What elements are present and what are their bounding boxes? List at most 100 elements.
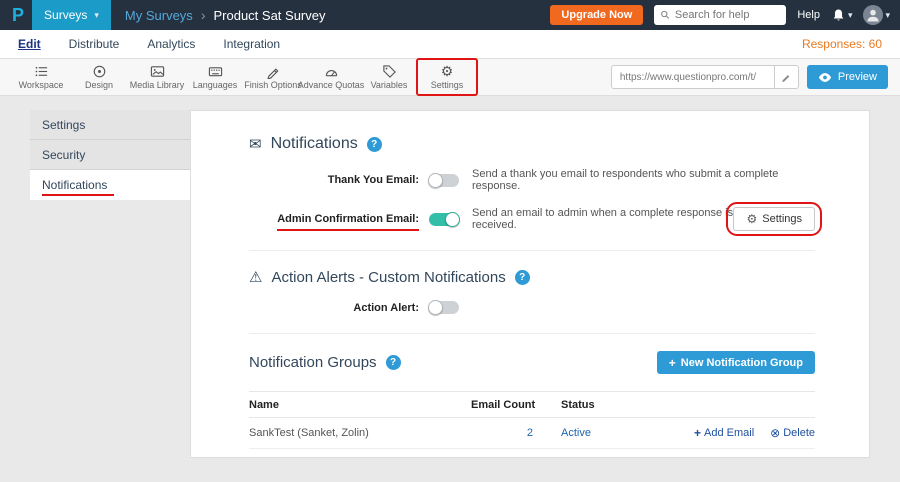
search-icon [660,9,671,21]
workspace-icon [34,64,49,79]
toolbar-right: https://www.questionpro.com/t/ Preview [611,65,888,89]
surveys-menu-button[interactable]: Surveys ▾ [32,0,111,30]
account-menu[interactable]: ▾ [863,5,890,25]
breadcrumb: My Surveys › Product Sat Survey [125,7,326,23]
preview-label: Preview [838,71,877,83]
action-alert-toggle[interactable] [429,301,459,314]
sidebar-item-notifications[interactable]: Notifications [30,170,190,200]
group-actions: + Add Email ⊗ Delete [665,426,815,440]
group-name: SankTest (Sanket, Zolin) [249,427,471,439]
toolbar-label: Design [85,80,113,90]
section-divider [249,333,815,334]
plus-icon: + [694,426,701,440]
bell-icon [831,8,846,23]
section-title-text: Notifications [271,135,358,153]
pencil-icon [781,72,792,83]
new-notification-group-button[interactable]: + New Notification Group [657,351,815,374]
questionpro-logo: P [8,5,32,26]
action-alert-row: Action Alert: [249,301,815,314]
section-divider [249,250,815,251]
settings-button-label: Settings [762,213,802,225]
help-search-box[interactable] [654,5,786,25]
help-icon[interactable]: ? [515,270,530,285]
design-icon [92,64,107,79]
toolbar-label: Finish Options [244,80,302,90]
survey-url-box: https://www.questionpro.com/t/ [611,65,799,89]
notification-groups-title: Notification Groups ? [249,354,401,371]
warning-icon: ⚠ [249,268,262,286]
envelope-icon: ✉ [249,135,262,153]
main-nav: Edit Distribute Analytics Integration Re… [0,30,900,59]
thank-you-email-label: Thank You Email: [249,174,419,186]
languages-icon [208,64,223,79]
upgrade-now-button[interactable]: Upgrade Now [550,5,643,25]
group-email-count-link[interactable]: 2 [471,427,561,439]
sidebar-item-label: Notifications [42,178,107,192]
add-email-label: Add Email [704,427,754,439]
help-link[interactable]: Help [797,9,820,21]
toolbar-label: Languages [193,80,238,90]
breadcrumb-separator: › [201,7,206,23]
delete-link[interactable]: ⊗ Delete [770,426,815,440]
avatar [863,5,883,25]
new-group-label: New Notification Group [681,357,803,369]
notifications-section-title: ✉ Notifications ? [249,135,815,153]
admin-confirmation-email-label: Admin Confirmation Email: [249,213,419,225]
delete-circle-icon: ⊗ [770,426,780,440]
edit-toolbar: Workspace Design Media Library Languages… [0,59,900,96]
gear-icon: ⚙ [746,212,757,227]
advance-quotas-icon [324,64,339,79]
topbar-right: Upgrade Now Help ▾ ▾ [550,5,890,25]
sidebar-item-label: Settings [42,118,85,132]
user-icon [865,7,881,23]
notifications-panel: ✉ Notifications ? Thank You Email: Send … [190,110,870,458]
group-status[interactable]: Active [561,427,665,439]
tab-analytics[interactable]: Analytics [147,37,195,51]
breadcrumb-my-surveys[interactable]: My Surveys [125,8,193,23]
questionpro-app: P Surveys ▾ My Surveys › Product Sat Sur… [0,0,900,482]
media-library-icon [150,64,165,79]
toolbar-item-languages[interactable]: Languages [186,64,244,90]
table-row: SankTest (Sanket, Zolin) 2 Active + Add … [249,418,815,449]
help-icon[interactable]: ? [386,355,401,370]
search-input[interactable] [675,9,780,21]
toolbar-item-finish-options[interactable]: Finish Options [244,64,302,90]
survey-url[interactable]: https://www.questionpro.com/t/ [612,72,774,83]
chevron-down-icon: ▾ [94,10,99,21]
breadcrumb-current-survey: Product Sat Survey [213,8,325,23]
annotation-underline-notifications [42,194,114,196]
toolbar-item-advance-quotas[interactable]: Advance Quotas [302,64,360,90]
sidebar-item-security[interactable]: Security [30,140,190,170]
help-icon[interactable]: ? [367,137,382,152]
admin-confirmation-email-description: Send an email to admin when a complete r… [472,207,733,231]
toolbar-item-design[interactable]: Design [70,64,128,90]
toolbar-item-variables[interactable]: Variables [360,64,418,90]
notifications-bell-menu[interactable]: ▾ [831,8,853,23]
toolbar-item-settings[interactable]: ⚙ Settings [418,64,476,90]
sidebar-item-label: Security [42,148,85,162]
responses-count[interactable]: Responses: 60 [802,37,882,51]
col-header-name: Name [249,399,471,411]
edit-url-button[interactable] [774,66,798,88]
thank-you-email-row: Thank You Email: Send a thank you email … [249,168,815,192]
toolbar-item-workspace[interactable]: Workspace [12,64,70,90]
admin-email-settings-button[interactable]: ⚙ Settings [733,207,815,231]
action-alerts-section-title: ⚠ Action Alerts - Custom Notifications ? [249,268,815,286]
toggle-knob [445,212,460,227]
tab-edit[interactable]: Edit [18,37,41,51]
toolbar-item-media-library[interactable]: Media Library [128,64,186,90]
admin-confirmation-email-toggle[interactable] [429,213,459,226]
add-email-link[interactable]: + Add Email [694,426,754,440]
toggle-knob [428,173,443,188]
tab-integration[interactable]: Integration [223,37,280,51]
toolbar-label: Settings [431,80,464,90]
eye-icon [818,72,832,83]
sidebar-item-settings[interactable]: Settings [30,110,190,140]
thank-you-email-toggle[interactable] [429,174,459,187]
tab-distribute[interactable]: Distribute [69,37,120,51]
preview-button[interactable]: Preview [807,65,888,89]
toggle-knob [428,300,443,315]
table-header-row: Name Email Count Status [249,391,815,418]
annotation-underline-admin-email [277,229,419,231]
finish-options-icon [266,64,281,79]
